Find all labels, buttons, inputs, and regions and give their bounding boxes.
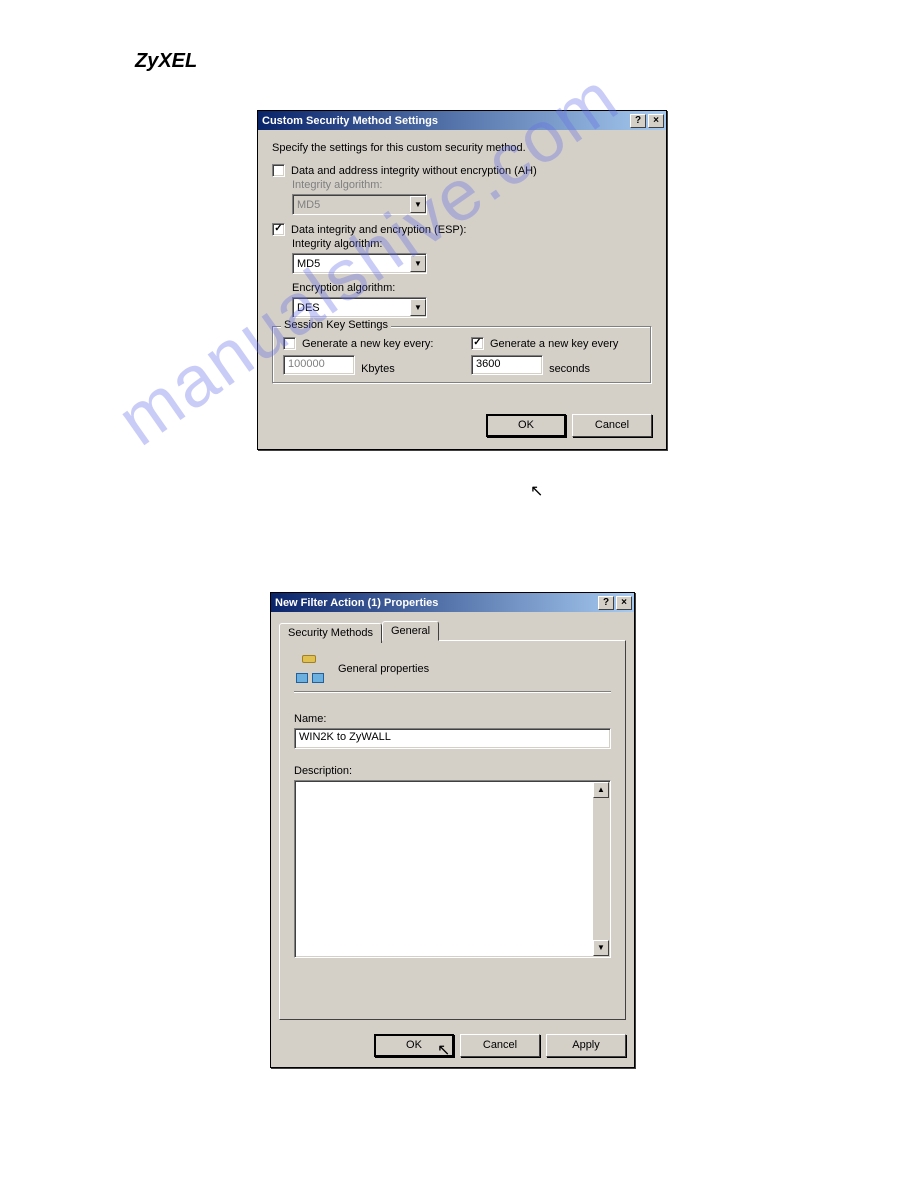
general-properties-icon: [294, 655, 326, 683]
esp-integrity-label: Integrity algorithm:: [292, 238, 652, 250]
session-key-groupbox: Session Key Settings Generate a new key …: [272, 326, 652, 384]
kbytes-unit: Kbytes: [361, 363, 395, 375]
apply-button[interactable]: Apply: [546, 1034, 626, 1057]
chevron-down-icon[interactable]: ▼: [410, 255, 426, 272]
tab-general[interactable]: General: [382, 621, 439, 641]
general-heading: General properties: [338, 663, 429, 675]
name-input[interactable]: WIN2K to ZyWALL: [294, 728, 611, 749]
tab-strip: Security Methods General: [279, 620, 626, 640]
kbytes-label: Generate a new key every:: [302, 338, 433, 350]
scrollbar[interactable]: ▲ ▼: [593, 782, 609, 956]
instruction-text: Specify the settings for this custom sec…: [272, 142, 652, 154]
esp-integrity-select[interactable]: MD5 ▼: [292, 253, 427, 274]
chevron-down-icon[interactable]: ▼: [410, 299, 426, 316]
esp-encryption-select[interactable]: DES ▼: [292, 297, 427, 318]
zyxel-logo: ZyXEL: [135, 50, 197, 73]
dialog2-titlebar: New Filter Action (1) Properties ? ×: [271, 593, 634, 612]
cancel-button[interactable]: Cancel: [572, 414, 652, 437]
seconds-checkbox[interactable]: [471, 337, 484, 350]
ah-checkbox[interactable]: [272, 164, 285, 177]
description-textarea[interactable]: ▲ ▼: [294, 780, 611, 958]
dialog1-title: Custom Security Method Settings: [262, 115, 628, 127]
general-tab-panel: General properties Name: WIN2K to ZyWALL…: [279, 640, 626, 1020]
ok-button[interactable]: OK: [486, 414, 566, 437]
ah-label: Data and address integrity without encry…: [291, 165, 537, 177]
dialog1-titlebar: Custom Security Method Settings ? ×: [258, 111, 666, 130]
filter-action-dialog: New Filter Action (1) Properties ? × Sec…: [270, 592, 635, 1068]
esp-integrity-value: MD5: [293, 258, 410, 270]
seconds-label: Generate a new key every: [490, 338, 618, 350]
esp-label: Data integrity and encryption (ESP):: [291, 224, 466, 236]
tab-security-methods[interactable]: Security Methods: [279, 623, 382, 643]
name-label: Name:: [294, 713, 611, 725]
custom-security-dialog: Custom Security Method Settings ? × Spec…: [257, 110, 667, 450]
scroll-up-icon[interactable]: ▲: [593, 782, 609, 798]
dialog2-title: New Filter Action (1) Properties: [275, 597, 596, 609]
help-button[interactable]: ?: [630, 114, 646, 128]
seconds-input[interactable]: 3600: [471, 355, 543, 375]
scroll-down-icon[interactable]: ▼: [593, 940, 609, 956]
chevron-down-icon: ▼: [410, 196, 426, 213]
esp-encryption-label: Encryption algorithm:: [292, 282, 652, 294]
ah-integrity-value: MD5: [293, 199, 410, 211]
esp-encryption-value: DES: [293, 302, 410, 314]
seconds-unit: seconds: [549, 363, 590, 375]
session-groupbox-title: Session Key Settings: [281, 319, 391, 331]
close-button[interactable]: ×: [648, 114, 664, 128]
ah-integrity-label: Integrity algorithm:: [292, 179, 652, 191]
kbytes-checkbox[interactable]: [283, 337, 296, 350]
divider: [294, 691, 611, 693]
help-button[interactable]: ?: [598, 596, 614, 610]
ah-integrity-select: MD5 ▼: [292, 194, 427, 215]
kbytes-input: 100000: [283, 355, 355, 375]
cursor-icon: ↖: [530, 481, 543, 501]
esp-checkbox[interactable]: [272, 223, 285, 236]
cancel-button[interactable]: Cancel: [460, 1034, 540, 1057]
close-button[interactable]: ×: [616, 596, 632, 610]
description-label: Description:: [294, 765, 611, 777]
ok-button[interactable]: OK: [374, 1034, 454, 1057]
